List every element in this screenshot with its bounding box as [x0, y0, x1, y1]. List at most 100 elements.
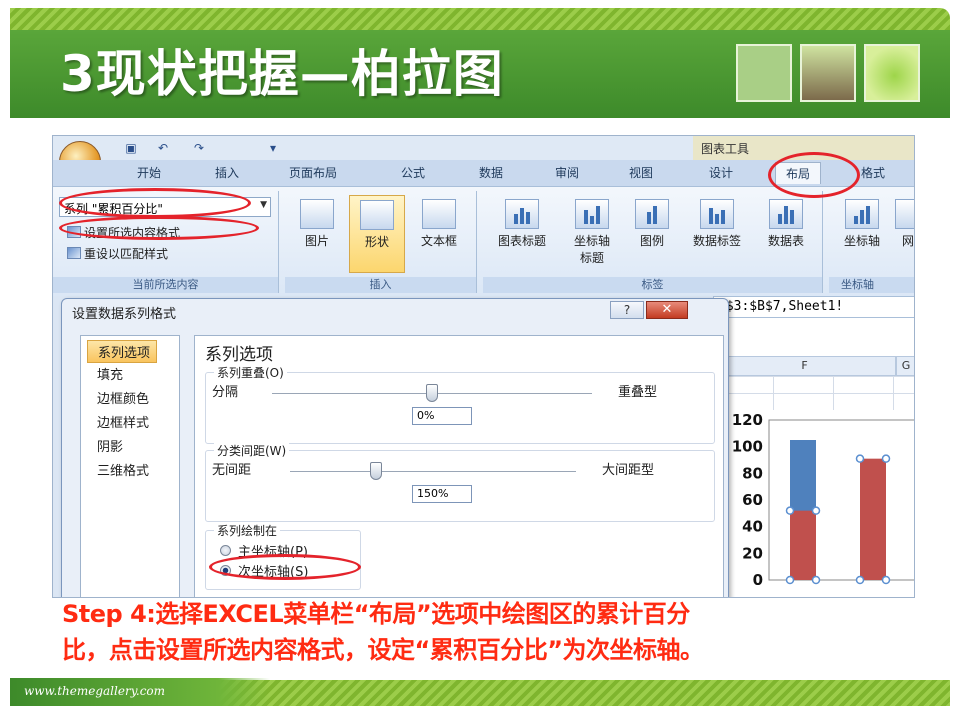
group-label-axes: 坐标轴	[829, 277, 914, 293]
caption-line-2: 比，点击设置所选内容格式，设定“累积百分比”为次坐标轴。	[62, 636, 704, 664]
group-label-current-selection: 当前所选内容	[53, 277, 278, 293]
legend-button[interactable]: 图例	[627, 195, 677, 273]
group-label-insert: 插入	[285, 277, 476, 293]
customize-qat-icon[interactable]: ▾	[265, 140, 281, 156]
dialog-title: 设置数据系列格式	[72, 307, 177, 322]
decor-thumbnail-plain	[736, 44, 792, 102]
redo-icon[interactable]: ↷	[191, 140, 207, 156]
tab-page-layout[interactable]: 页面布局	[289, 164, 337, 181]
column-header-g[interactable]: G	[896, 356, 914, 376]
selection-handle[interactable]	[855, 575, 865, 585]
selection-handle[interactable]	[811, 506, 821, 515]
footer-url: www.themegallery.com	[24, 684, 166, 698]
tab-review[interactable]: 审阅	[555, 164, 579, 181]
tab-insert[interactable]: 插入	[215, 164, 239, 181]
annotation-ellipse-layout-tab	[768, 152, 860, 198]
axis-titles-button[interactable]: 坐标轴 标题	[561, 195, 623, 273]
y-tick-label: 60	[742, 491, 763, 509]
gap-right-label: 大间距型	[602, 463, 655, 478]
insert-textbox-button[interactable]: 文本框	[409, 195, 469, 273]
nav-border-color[interactable]: 边框颜色	[97, 388, 149, 407]
top-decor-stripe	[10, 8, 950, 30]
insert-shapes-button[interactable]: 形状	[349, 195, 405, 273]
gridlines-button[interactable]: 网	[893, 195, 914, 273]
nav-series-options[interactable]: 系列选项	[87, 340, 158, 363]
close-button[interactable]: ✕	[646, 301, 688, 319]
legend-label: 图例	[639, 234, 664, 248]
selection-handle[interactable]	[855, 454, 865, 463]
data-labels-button[interactable]: 数据标签	[681, 195, 753, 273]
gap-left-label: 无间距	[212, 463, 252, 478]
nav-fill[interactable]: 填充	[97, 364, 123, 383]
nav-shadow[interactable]: 阴影	[97, 436, 123, 455]
group-label-labels: 标签	[483, 277, 822, 293]
bar-1-1[interactable]	[790, 510, 816, 580]
save-icon[interactable]: ▣	[123, 140, 139, 156]
overlap-slider-thumb[interactable]	[426, 384, 438, 402]
reset-style-button[interactable]: 重设以匹配样式	[67, 245, 168, 262]
overlap-left-label: 分隔	[212, 385, 239, 400]
gap-width-label: 分类间距(W)	[214, 442, 290, 459]
insert-picture-label: 图片	[304, 234, 329, 248]
nav-border-style[interactable]: 边框样式	[97, 412, 149, 431]
section-title: 系列选项	[205, 345, 273, 365]
column-header-f[interactable]: F	[713, 356, 896, 376]
chart-title-label: 图表标题	[497, 234, 546, 248]
annotation-ellipse-series-combo	[59, 188, 251, 218]
format-data-series-dialog: 设置数据系列格式 ? ✕ 系列选项 填充 边框颜色 边框样式 阴影 三维格式 系…	[61, 298, 729, 597]
tab-formulas[interactable]: 公式	[401, 164, 425, 181]
primary-axis-radio[interactable]	[220, 545, 231, 556]
selection-handle[interactable]	[881, 454, 891, 463]
excel-screenshot: ▣ ↶ ↷ ▾ 图表工具 开始 插入 页面布局 公式 数据 审阅 视图 设计 布…	[52, 135, 915, 598]
tab-design[interactable]: 设计	[709, 164, 733, 181]
picture-icon	[300, 199, 334, 229]
cell-grid	[713, 376, 914, 410]
chevron-down-icon[interactable]: ▼	[260, 200, 267, 210]
selection-handle[interactable]	[881, 575, 891, 585]
reset-style-icon	[67, 247, 81, 259]
textbox-icon	[422, 199, 456, 229]
chart-title-icon	[505, 199, 539, 229]
data-table-icon	[769, 199, 803, 229]
tab-format[interactable]: 格式	[861, 164, 885, 181]
overlap-label: 系列重叠(O)	[214, 364, 287, 381]
axis-titles-label-1: 坐标轴	[573, 234, 610, 248]
axis-titles-icon	[575, 199, 609, 229]
gap-slider-thumb[interactable]	[369, 462, 382, 480]
dialog-nav: 系列选项 填充 边框颜色 边框样式 阴影 三维格式	[80, 335, 180, 597]
data-labels-label: 数据标签	[692, 234, 741, 248]
selection-handle[interactable]	[785, 506, 795, 515]
data-table-button[interactable]: 数据表	[757, 195, 815, 273]
selection-handle[interactable]	[785, 575, 795, 585]
overlap-value-field[interactable]: 0%	[412, 407, 472, 425]
gap-width-group: 分类间距(W) 无间距 大间距型 150%	[205, 442, 715, 522]
formula-bar[interactable]: B$3:$B$7,Sheet1!	[713, 296, 914, 318]
insert-picture-button[interactable]: 图片	[291, 195, 343, 273]
nav-3d-format[interactable]: 三维格式	[97, 460, 149, 479]
tab-view[interactable]: 视图	[629, 164, 653, 181]
tab-data[interactable]: 数据	[479, 164, 503, 181]
tab-home[interactable]: 开始	[137, 164, 161, 181]
gap-slider-track[interactable]	[290, 471, 576, 472]
annotation-ellipse-format-selection	[59, 216, 259, 240]
axes-button[interactable]: 坐标轴	[833, 195, 891, 273]
insert-shapes-label: 形状	[364, 235, 389, 249]
decor-thumbnail-sprout	[800, 44, 856, 102]
undo-icon[interactable]: ↶	[155, 140, 171, 156]
y-tick-label: 120	[732, 411, 763, 429]
pareto-chart[interactable]: 120 100 80 60 40 20 0	[713, 410, 915, 598]
worksheet-area: F G 120 100 80 60 40 20 0	[713, 318, 915, 598]
legend-icon	[635, 199, 669, 229]
gap-value-field[interactable]: 150%	[412, 485, 472, 503]
help-button[interactable]: ?	[610, 301, 644, 319]
bar-3-2[interactable]	[860, 458, 886, 580]
slide-title: 3现状把握—柏拉图	[60, 45, 504, 103]
decor-thumbnail-leaf	[864, 44, 920, 102]
y-tick-label: 20	[742, 544, 763, 562]
group-labels: 图表标题 坐标轴 标题 图例 数据标签 数据表 标签	[483, 191, 823, 293]
axes-icon	[845, 199, 879, 229]
selection-handle[interactable]	[811, 575, 821, 585]
reset-style-label: 重设以匹配样式	[84, 247, 169, 261]
overlap-group: 系列重叠(O) 分隔 重叠型 0%	[205, 364, 715, 444]
chart-title-button[interactable]: 图表标题	[487, 195, 557, 273]
